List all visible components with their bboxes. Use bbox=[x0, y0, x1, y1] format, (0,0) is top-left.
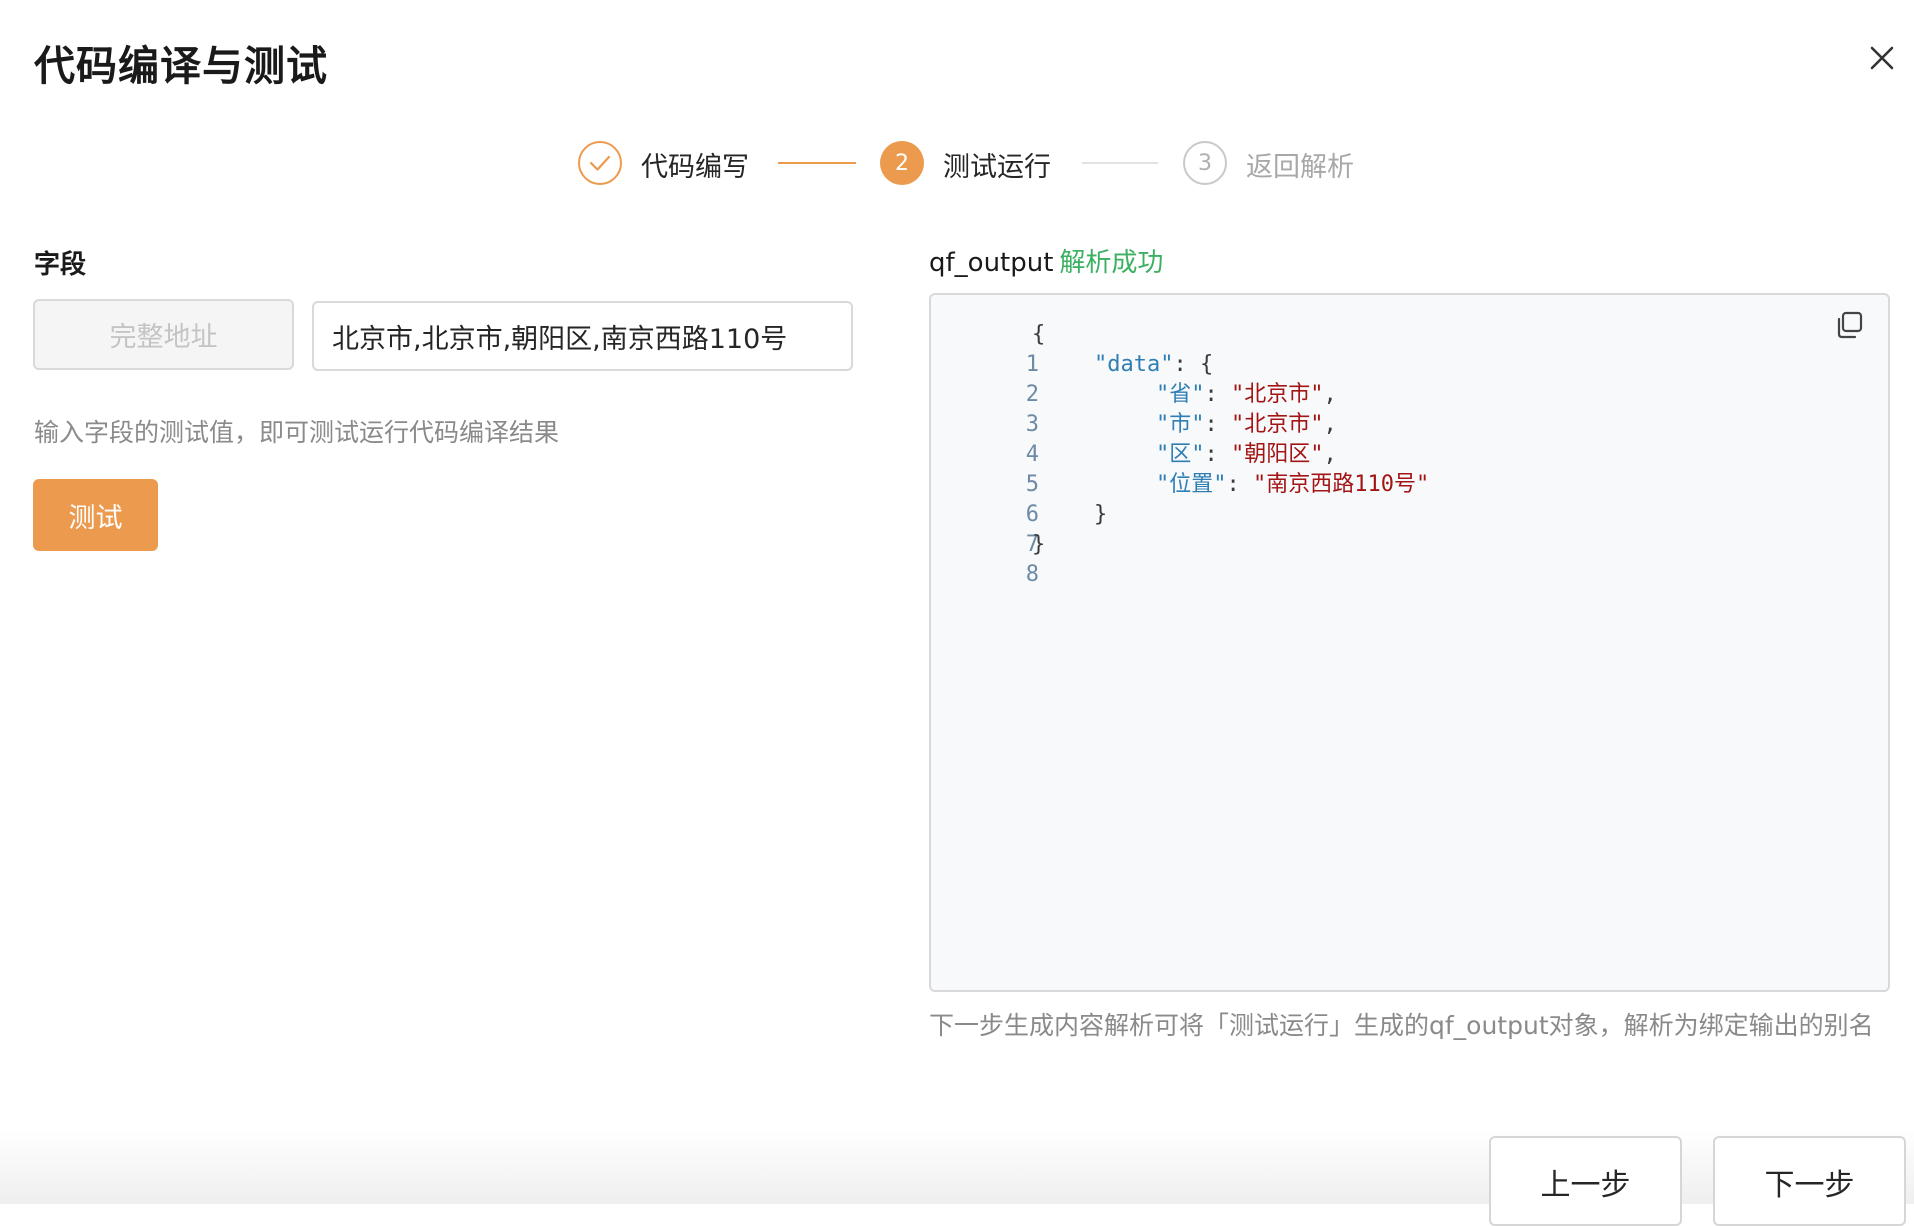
code-line: 3 "省": "北京市", bbox=[960, 380, 1337, 437]
close-icon bbox=[1870, 46, 1894, 70]
next-step-hint: 下一步生成内容解析可将「测试运行」生成的qf_output对象，解析为绑定输出的… bbox=[929, 1011, 1874, 1040]
json-key: "data" bbox=[1094, 352, 1174, 377]
prev-step-button[interactable]: 上一步 bbox=[1489, 1136, 1682, 1226]
field-section-label: 字段 bbox=[34, 250, 87, 280]
json-value: "北京市" bbox=[1231, 412, 1324, 437]
output-header: qf_output 解析成功 bbox=[929, 242, 1163, 279]
step-3-number: 3 bbox=[1183, 141, 1227, 185]
json-key: "位置" bbox=[1156, 472, 1227, 497]
step-connector-1 bbox=[778, 162, 856, 164]
check-icon bbox=[589, 155, 611, 171]
dialog-title: 代码编译与测试 bbox=[34, 42, 328, 90]
code-line: 5 "区": "朝阳区", bbox=[960, 440, 1337, 497]
output-name: qf_output bbox=[929, 248, 1054, 278]
code-line: 7 } bbox=[960, 500, 1108, 557]
step-3-label: 返回解析 bbox=[1246, 152, 1354, 183]
json-brace: } bbox=[1094, 502, 1108, 527]
copy-button[interactable] bbox=[1834, 310, 1864, 340]
output-status: 解析成功 bbox=[1059, 248, 1164, 278]
test-button[interactable]: 测试 bbox=[33, 479, 158, 551]
json-key: "省" bbox=[1156, 382, 1205, 407]
code-line: 8 } bbox=[960, 530, 1046, 587]
code-output-box[interactable] bbox=[929, 293, 1890, 992]
code-viewer: 1 { 2 "data": { 3 "省": "北京市", 4 "市": "北京… bbox=[960, 320, 1430, 587]
copy-icon bbox=[1837, 311, 1863, 339]
test-hint-text: 输入字段的测试值，即可测试运行代码编译结果 bbox=[34, 418, 560, 447]
json-key: "市" bbox=[1156, 412, 1205, 437]
json-value: "南京西路110号" bbox=[1253, 472, 1430, 497]
json-value: "朝阳区" bbox=[1231, 442, 1324, 467]
code-line: 4 "市": "北京市", bbox=[960, 410, 1337, 467]
field-name-box: 完整地址 bbox=[33, 299, 294, 370]
code-line: 1 { bbox=[960, 320, 1046, 377]
step-2-label: 测试运行 bbox=[943, 152, 1051, 183]
step-2-number: 2 bbox=[880, 141, 924, 185]
json-key: "区" bbox=[1156, 442, 1205, 467]
step-1-label: 代码编写 bbox=[641, 152, 749, 183]
json-brace: } bbox=[1032, 532, 1046, 557]
code-line: 6 "位置": "南京西路110号" bbox=[960, 470, 1430, 527]
json-value: "北京市" bbox=[1231, 382, 1324, 407]
close-button[interactable] bbox=[1862, 38, 1902, 78]
next-step-button[interactable]: 下一步 bbox=[1713, 1136, 1906, 1226]
step-1-done-icon bbox=[578, 141, 622, 185]
line-number: 8 bbox=[1025, 562, 1039, 587]
json-brace: { bbox=[1032, 322, 1046, 347]
step-connector-2 bbox=[1082, 162, 1158, 164]
code-line: 2 "data": { bbox=[960, 350, 1214, 407]
field-value-input[interactable] bbox=[312, 301, 853, 371]
